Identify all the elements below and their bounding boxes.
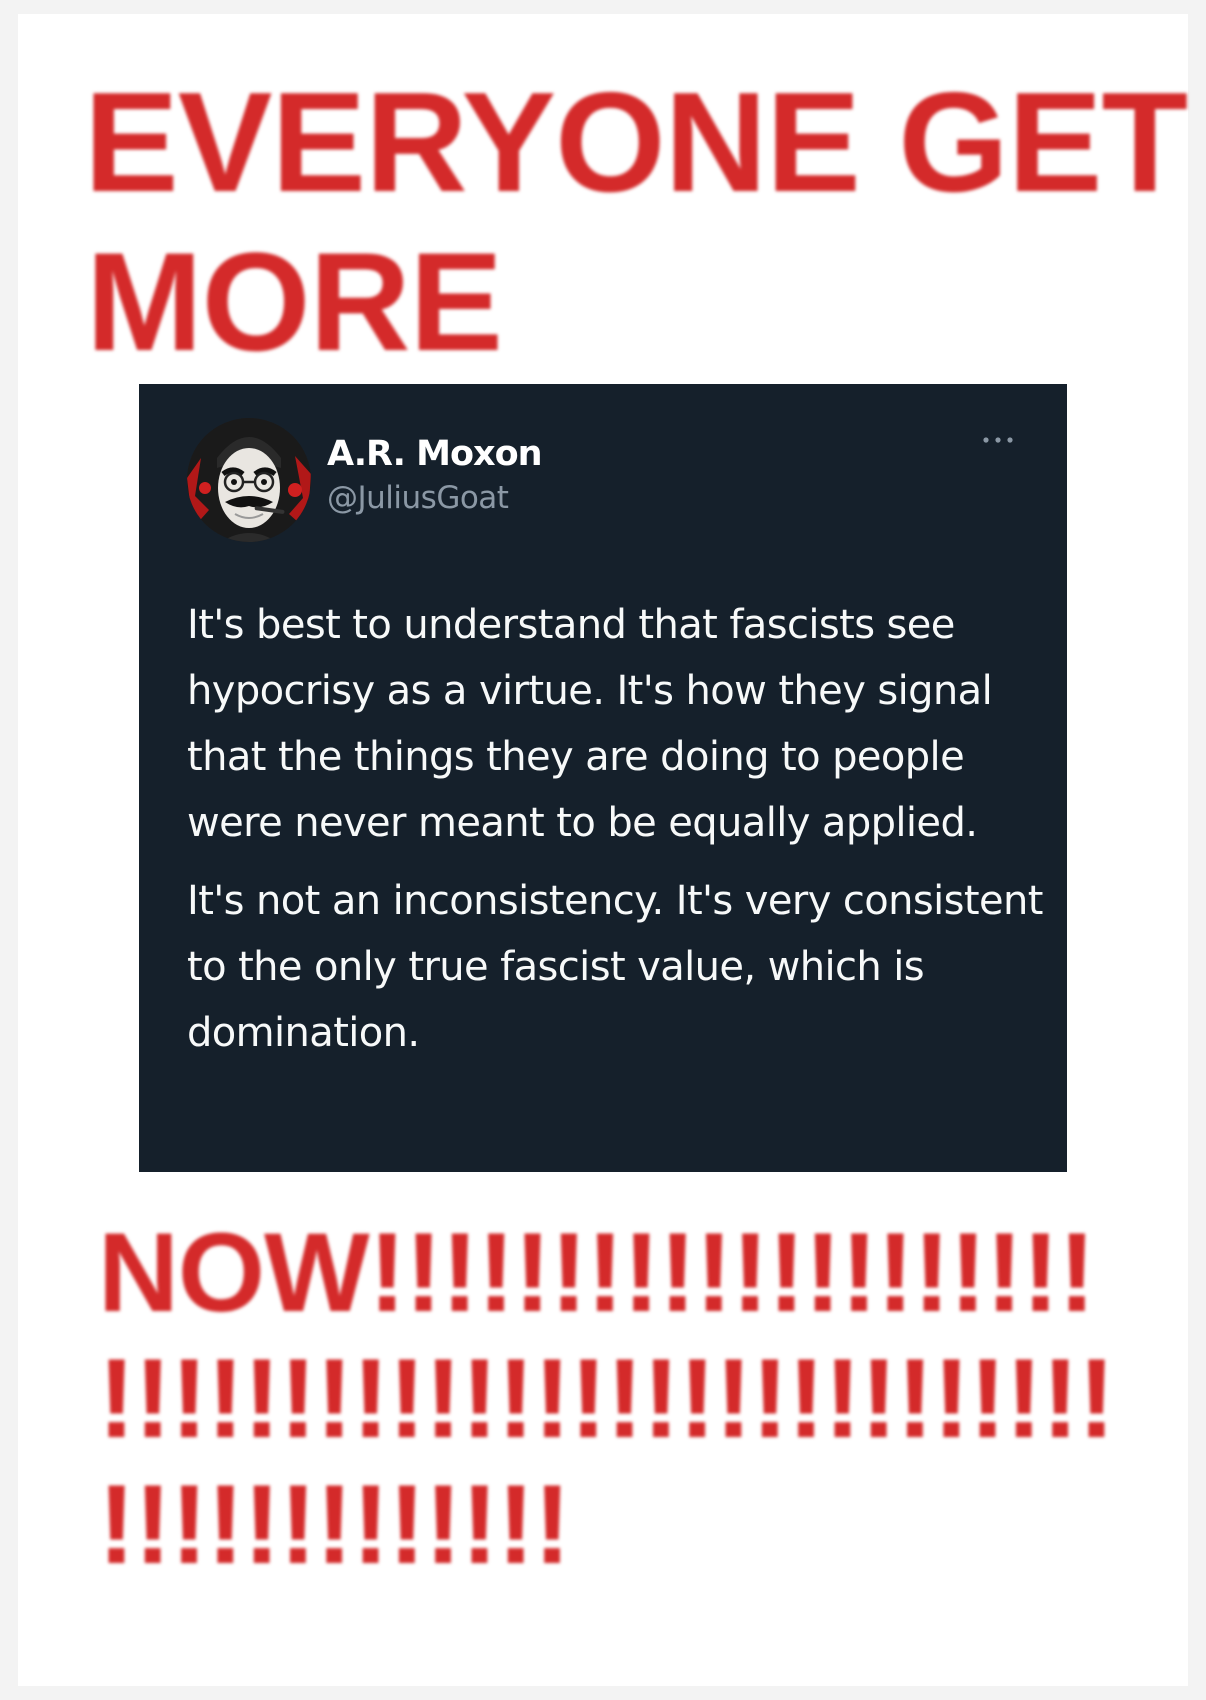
footer-shout: NOW!!!!!!!!!!!!!!!!!!!! !!!!!!!!!!!!!!!!… — [98, 1210, 1115, 1588]
tweet-card: A.R. Moxon @JuliusGoat It's best to unde… — [139, 384, 1067, 1172]
footer-line-1: NOW!!!!!!!!!!!!!!!!!!!! — [98, 1210, 1096, 1335]
tweet-body: It's best to understand that fascists se… — [187, 592, 1047, 1066]
tweet-paragraph-2: It's not an inconsistency. It's very con… — [187, 878, 1043, 1056]
avatar-portrait-icon — [187, 418, 311, 542]
footer-line-3: !!!!!!!!!!!!! — [98, 1462, 571, 1587]
headline-line-2: MORE — [86, 223, 503, 380]
author-avatar[interactable] — [187, 418, 311, 542]
tweet-paragraph-1: It's best to understand that fascists se… — [187, 602, 993, 846]
author-name[interactable]: A.R. Moxon — [327, 434, 543, 474]
more-options-icon — [983, 437, 1013, 443]
headline-line-1: EVERYONE GET — [84, 63, 1188, 222]
more-options-button[interactable] — [977, 428, 1019, 452]
author-handle[interactable]: @JuliusGoat — [327, 480, 509, 516]
footer-line-2: !!!!!!!!!!!!!!!!!!!!!!!!!!!! — [98, 1336, 1115, 1461]
